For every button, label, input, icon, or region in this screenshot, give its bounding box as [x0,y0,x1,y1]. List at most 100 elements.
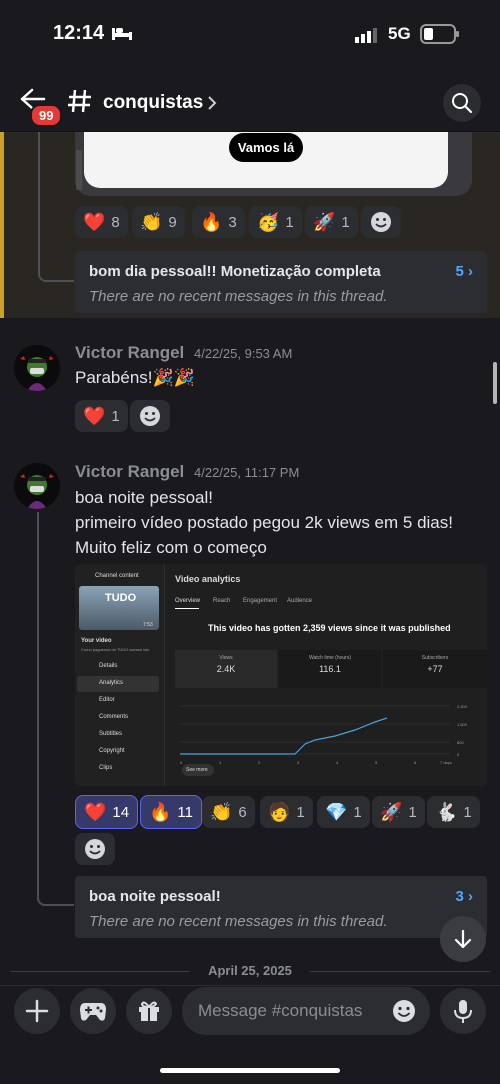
activities-button[interactable] [70,988,116,1034]
emoji-picker-button[interactable] [392,999,416,1028]
arrow-down-icon [454,929,472,949]
gamepad-icon [80,1003,106,1021]
scrollbar-thumb[interactable] [493,362,497,404]
vamos-la-button[interactable]: Vamos lá [229,133,303,162]
message-line-1: boa noite pessoal! [75,488,213,507]
voice-message-button[interactable] [440,988,486,1034]
channel-header: 99 conquistas [0,70,500,132]
reaction-fire[interactable]: 🔥 3 [192,206,245,238]
y-tick: 0 [457,752,460,757]
gift-button[interactable] [126,988,172,1034]
chevron-right-icon[interactable] [207,95,217,116]
battery-icon [420,24,460,49]
views-line [180,717,388,755]
reaction-clap[interactable]: 👏 6 [202,796,255,828]
thread-connector [38,132,74,282]
embed-faded-text [76,150,82,190]
jump-to-bottom-button[interactable] [440,916,486,962]
thread-connector [37,512,74,906]
message-line-2: primeiro vídeo postado pegou 2k views em… [75,513,453,532]
message-author[interactable]: Victor Rangel [75,343,184,363]
side-title: Channel content [95,573,139,579]
x-tick: 6 [414,760,417,765]
status-bar: 12:14 5G [0,0,500,70]
thread-card[interactable]: boa noite pessoal! 3 › There are no rece… [75,876,487,938]
reaction-diamond[interactable]: 💎 1 [317,796,370,828]
video-subtitle: Como paguenos do TUDO acesse isto [81,647,150,652]
reaction-heart[interactable]: ❤️ 8 [75,206,128,238]
channel-title[interactable]: conquistas [103,92,203,114]
menu-subtitles: Subtitles [99,731,123,737]
x-tick: 5 [375,760,378,765]
add-reaction-button[interactable] [75,833,115,865]
tab-underline [175,608,199,609]
analytics-title: Video analytics [175,574,241,584]
tab-reach: Reach [213,598,231,604]
message-placeholder: Message #conquistas [198,1001,363,1020]
x-tick: 7 days [440,760,452,765]
search-icon [452,93,473,114]
add-reaction-button[interactable] [130,400,170,432]
your-video: Your video [81,638,112,644]
thread-count: 3 › [455,888,473,905]
menu-editor: Editor [99,697,115,703]
reaction-custom-avatar[interactable]: 🧑 1 [260,796,313,828]
views-line-chart: 2,400 1,600 800 0 0 1 2 3 4 5 6 7 days [180,704,468,765]
smiley-add-icon [140,406,160,426]
avatar[interactable] [14,463,60,509]
message-timestamp: 4/22/25, 9:53 AM [194,346,293,361]
x-tick: 1 [219,760,222,765]
message-timestamp: 4/22/25, 11:17 PM [194,465,300,480]
menu-comments: Comments [99,714,129,720]
message-input[interactable]: Message #conquistas [182,987,430,1035]
reaction-rabbit[interactable]: 🐇 1 [427,796,480,828]
reaction-fire[interactable]: 🔥 11 [140,795,202,829]
add-reaction-button[interactable] [361,206,401,238]
stat-box-views: Views 2.4K [175,650,277,688]
search-button[interactable] [443,84,481,122]
thread-card[interactable]: bom dia pessoal!! Monetização completa 5… [75,251,487,313]
stat-box-watch-time: Watch time (hours) 116.1 [279,650,381,688]
stat-box-subscribers: Subscribers +77 [383,650,487,688]
see-more-button: See more [182,764,214,776]
menu-details: Details [99,663,118,669]
x-tick: 0 [180,760,183,765]
reaction-heart[interactable]: ❤️ 1 [75,400,128,432]
thread-subtitle: There are no recent messages in this thr… [89,913,388,930]
message-author[interactable]: Victor Rangel [75,462,184,482]
y-tick: 800 [457,740,464,745]
video-thumbnail: TUDO 7:53 [79,586,159,630]
x-tick: 2 [258,760,261,765]
tab-engagement: Engagement [243,598,278,604]
menu-analytics: Analytics [99,680,124,686]
analytics-image[interactable]: Channel content TUDO 7:53 Your video Com… [75,564,487,786]
reaction-party-face[interactable]: 🥳 1 [249,206,302,238]
microphone-icon [454,1000,472,1023]
reaction-rocket[interactable]: 🚀 1 [372,796,425,828]
network-label: 5G [388,24,411,43]
highlight-bar [0,132,4,318]
smiley-icon [393,1000,415,1022]
avatar[interactable] [14,345,60,391]
y-tick: 2,400 [457,704,468,709]
analytics-sidebar: Channel content TUDO 7:53 Your video Com… [75,564,165,786]
menu-clips: Clips [99,765,113,771]
plus-icon [25,999,49,1023]
add-attachment-button[interactable] [14,988,60,1034]
thread-count: 5 › [455,263,473,280]
thread-subtitle: There are no recent messages in this thr… [89,288,388,305]
unread-badge: 99 [30,104,63,127]
home-indicator [160,1068,340,1073]
reaction-rocket[interactable]: 🚀 1 [305,206,358,238]
reaction-heart[interactable]: ❤️ 14 [75,795,139,829]
reaction-clap[interactable]: 👏 9 [132,206,185,238]
tab-overview: Overview [175,598,201,604]
analytics-headline: This video has gotten 2,359 views since … [208,623,451,633]
message-text: Parabéns!🎉🎉 [75,368,195,387]
message-line-3: Muito feliz com o começo [75,538,267,557]
x-tick: 3 [297,760,300,765]
gift-icon [139,1001,159,1021]
signal-icon [355,27,379,48]
tab-audience: Audience [287,598,313,604]
smiley-add-icon [371,212,391,232]
